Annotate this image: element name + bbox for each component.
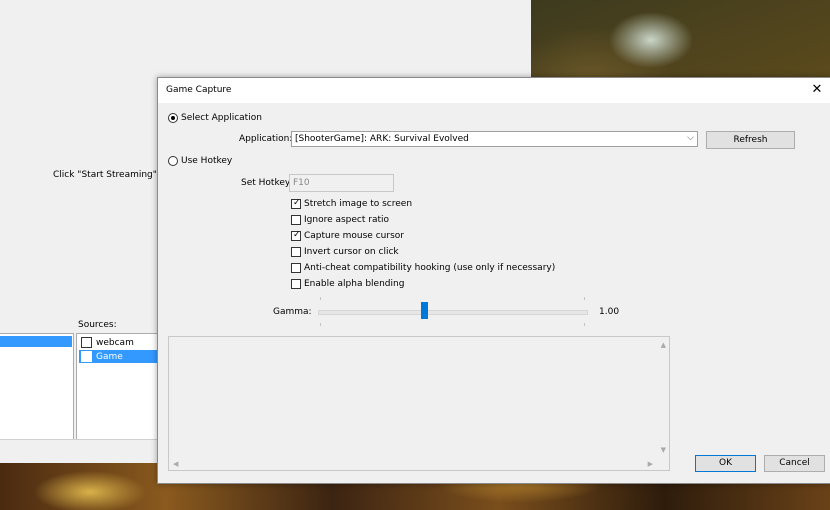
slider-tick xyxy=(320,323,321,326)
select-application-label: Select Application xyxy=(181,113,262,123)
close-icon[interactable]: ✕ xyxy=(808,81,826,99)
checkbox-icon[interactable] xyxy=(291,263,301,273)
gamma-slider-thumb[interactable] xyxy=(421,302,428,319)
cancel-button[interactable]: Cancel xyxy=(764,455,825,472)
option-invert-cursor[interactable]: Invert cursor on click xyxy=(291,247,399,257)
refresh-button[interactable]: Refresh xyxy=(706,131,795,149)
dialog-title: Game Capture xyxy=(166,85,232,95)
option-ignore-aspect-ratio[interactable]: Ignore aspect ratio xyxy=(291,215,389,225)
source-checkbox-game[interactable]: ✓ xyxy=(81,351,92,362)
scroll-right-icon[interactable]: ▶ xyxy=(648,460,653,468)
slider-tick xyxy=(584,323,585,326)
source-label-game: Game xyxy=(96,351,123,362)
check-icon: ✓ xyxy=(84,351,92,361)
dialog-titlebar[interactable]: Game Capture ✕ xyxy=(158,78,830,103)
gamma-label: Gamma: xyxy=(273,307,312,317)
checkbox-checked-icon[interactable]: ✓ xyxy=(291,198,301,209)
option-label: Anti-cheat compatibility hooking (use on… xyxy=(304,263,556,273)
radio-selected-icon xyxy=(168,113,178,123)
application-dropdown[interactable]: [ShooterGame]: ARK: Survival Evolved ⌵ xyxy=(291,131,698,147)
start-streaming-hint: Click "Start Streaming", "S xyxy=(53,170,173,180)
chevron-down-icon: ⌵ xyxy=(687,133,694,143)
use-hotkey-radio[interactable]: Use Hotkey xyxy=(168,156,232,166)
option-label: Invert cursor on click xyxy=(304,247,399,257)
option-capture-mouse-cursor[interactable]: ✓ Capture mouse cursor xyxy=(291,230,404,241)
scenes-list-selected-item[interactable] xyxy=(0,336,72,347)
ok-button[interactable]: OK xyxy=(695,455,756,472)
application-label: Application: xyxy=(239,134,293,144)
checkbox-icon[interactable] xyxy=(291,247,301,257)
option-label: Stretch image to screen xyxy=(304,199,413,209)
source-checkbox-webcam[interactable] xyxy=(81,337,92,348)
hotkey-field[interactable]: F10 xyxy=(289,174,394,192)
option-label: Capture mouse cursor xyxy=(304,231,404,241)
gamma-slider-track[interactable] xyxy=(318,310,588,315)
set-hotkey-label: Set Hotkey xyxy=(241,178,291,188)
game-capture-dialog: Game Capture ✕ Select Application Applic… xyxy=(157,77,830,484)
sources-list[interactable]: webcam ✓ Game xyxy=(76,333,168,441)
scroll-left-icon[interactable]: ◀ xyxy=(173,460,178,468)
capture-preview-area[interactable]: ▲ ▼ ◀ ▶ xyxy=(168,336,670,471)
scroll-down-icon[interactable]: ▼ xyxy=(661,446,666,454)
use-hotkey-label: Use Hotkey xyxy=(181,156,233,166)
source-label-webcam: webcam xyxy=(96,337,134,348)
gamma-value: 1.00 xyxy=(599,307,620,317)
slider-tick xyxy=(320,297,321,300)
source-item-webcam[interactable]: webcam xyxy=(79,336,167,349)
slider-tick xyxy=(584,297,585,300)
checkbox-icon[interactable] xyxy=(291,215,301,225)
option-anti-cheat-hooking[interactable]: Anti-cheat compatibility hooking (use on… xyxy=(291,263,555,273)
option-label: Enable alpha blending xyxy=(304,279,405,289)
scenes-list[interactable] xyxy=(0,333,74,441)
sources-label: Sources: xyxy=(78,320,117,330)
app-bottom-bar xyxy=(0,439,160,463)
application-dropdown-value: [ShooterGame]: ARK: Survival Evolved xyxy=(295,134,469,144)
source-item-game[interactable]: ✓ Game xyxy=(79,350,167,363)
option-stretch-image[interactable]: ✓ Stretch image to screen xyxy=(291,198,413,209)
checkbox-icon[interactable] xyxy=(291,279,301,289)
option-enable-alpha-blending[interactable]: Enable alpha blending xyxy=(291,279,404,289)
select-application-radio[interactable]: Select Application xyxy=(168,113,262,123)
radio-unselected-icon xyxy=(168,156,178,166)
option-label: Ignore aspect ratio xyxy=(304,215,390,225)
checkbox-checked-icon[interactable]: ✓ xyxy=(291,230,301,241)
scroll-up-icon[interactable]: ▲ xyxy=(661,341,666,349)
